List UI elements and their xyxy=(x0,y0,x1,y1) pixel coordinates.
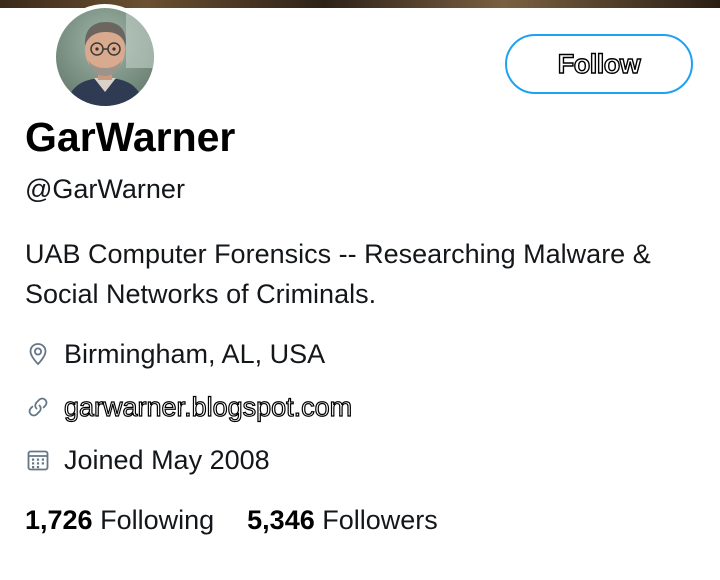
avatar[interactable] xyxy=(52,4,158,110)
following-count: 1,726 xyxy=(25,505,93,535)
profile-bio: UAB Computer Forensics -- Researching Ma… xyxy=(25,239,651,309)
location-pin-icon xyxy=(25,341,51,367)
profile-website: garwarner.blogspot.com xyxy=(25,391,353,423)
profile-location: Birmingham, AL, USA xyxy=(25,338,325,370)
location-text: Birmingham, AL, USA xyxy=(64,338,326,369)
profile-joined: Joined May 2008 xyxy=(25,444,270,476)
website-link[interactable]: garwarner.blogspot.com xyxy=(63,391,352,423)
profile-handle: @GarWarner xyxy=(25,174,185,204)
following-label: Following xyxy=(100,505,215,535)
calendar-icon xyxy=(25,447,51,473)
profile-display-name: GarWarner xyxy=(25,114,236,160)
follow-button[interactable]: Follow xyxy=(505,34,693,94)
link-icon xyxy=(25,394,51,420)
following-stat[interactable]: 1,726 Following xyxy=(25,505,214,536)
followers-count: 5,346 xyxy=(247,505,315,535)
followers-label: Followers xyxy=(322,505,438,535)
avatar-photo xyxy=(56,8,154,106)
profile-stats: 1,726 Following 5,346 Followers xyxy=(25,505,471,536)
joined-date-text: Joined May 2008 xyxy=(64,444,270,475)
followers-stat[interactable]: 5,346 Followers xyxy=(247,505,438,536)
